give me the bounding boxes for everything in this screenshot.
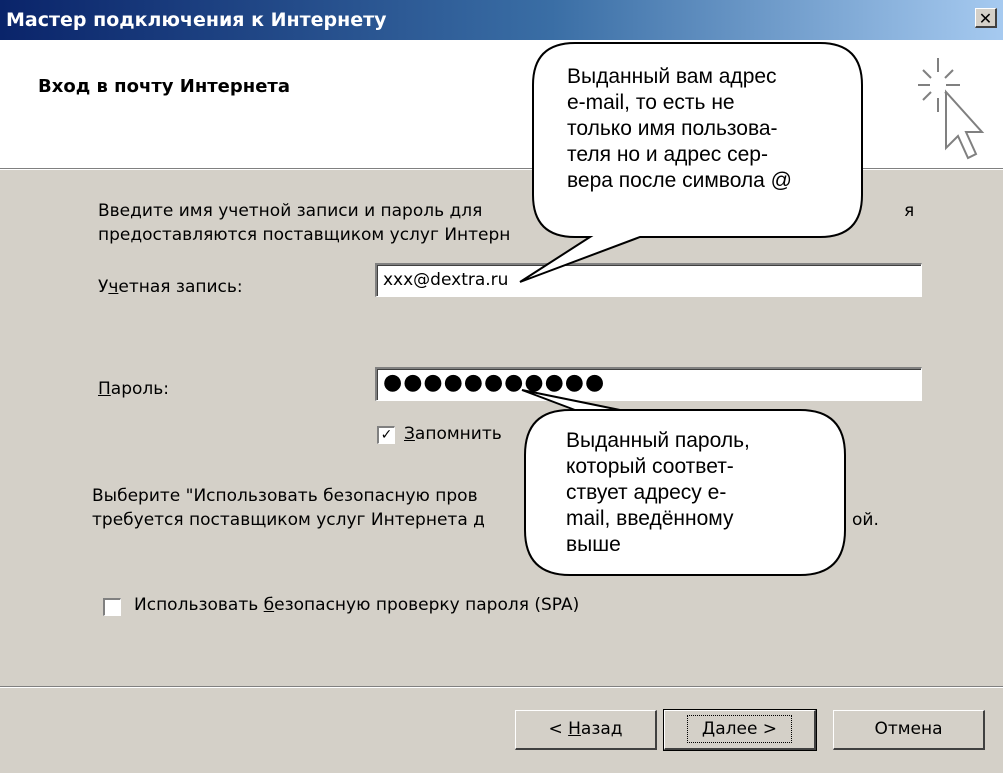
password-note-line: ствует адресу e-: [566, 481, 727, 504]
email-note-line: только имя пользова-: [567, 117, 778, 140]
email-callout-text: Выданный вам адрес e-mail, то есть не то…: [567, 64, 792, 194]
password-callout-text: Выданный пароль, который соответ- ствует…: [566, 428, 750, 566]
password-note-line: который соответ-: [566, 455, 734, 478]
password-note-line: выше: [566, 533, 621, 556]
password-note-line: mail, введённому: [566, 507, 734, 530]
email-note-line: вера после символа @: [567, 169, 793, 192]
password-note-line: Выданный пароль,: [566, 429, 750, 452]
callout-overlays: [519, 42, 863, 576]
email-note-line: теля но и адрес сер-: [567, 143, 768, 166]
email-note-line: Выданный вам адрес: [567, 65, 777, 88]
email-note-line: e-mail, то есть не: [567, 91, 735, 114]
